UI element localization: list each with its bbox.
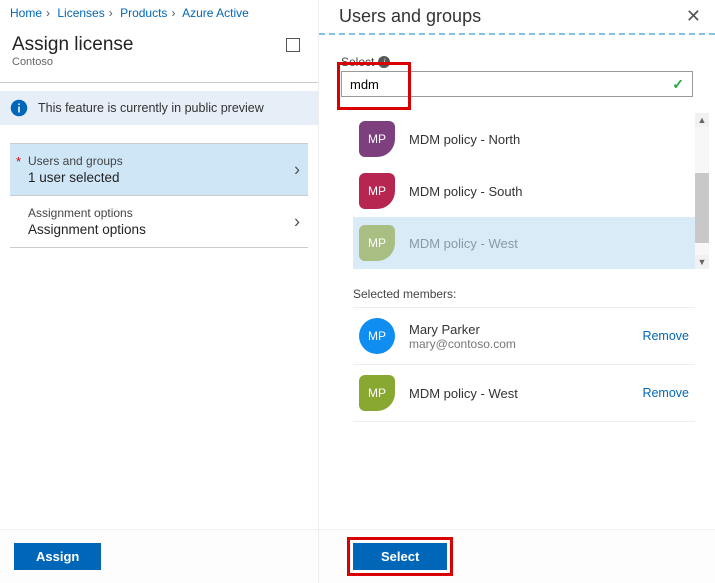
panel-title: Users and groups (339, 6, 481, 27)
right-footer: Select (319, 529, 715, 583)
menu-item-label: Assignment options (28, 206, 278, 220)
pin-checkbox[interactable] (286, 38, 300, 52)
member-sub: mary@contoso.com (409, 337, 628, 351)
search-input[interactable] (350, 77, 672, 92)
result-name: MDM policy - South (409, 184, 522, 199)
search-results: MP MDM policy - North MP MDM policy - So… (353, 113, 695, 269)
scroll-down-icon[interactable]: ▼ (695, 255, 709, 269)
result-name: MDM policy - North (409, 132, 520, 147)
checkmark-icon: ✓ (672, 76, 684, 93)
result-name: MDM policy - West (409, 236, 518, 251)
scroll-thumb[interactable] (695, 173, 709, 243)
menu-item-value: Assignment options (28, 222, 278, 237)
member-name: MDM policy - West (409, 386, 628, 401)
chevron-right-icon: › (167, 6, 179, 20)
remove-link[interactable]: Remove (642, 386, 689, 400)
result-row[interactable]: MP MDM policy - West (353, 217, 695, 269)
users-and-groups-panel: Users and groups ✕ Select i ✓ MP MDM pol… (318, 0, 715, 583)
crumb-products[interactable]: Products (120, 6, 167, 20)
menu-item-label: Users and groups (28, 154, 278, 168)
member-row: MP Mary Parker mary@contoso.com Remove (353, 308, 695, 365)
divider (319, 33, 715, 35)
avatar: MP (359, 121, 395, 157)
crumb-azure-active[interactable]: Azure Active (182, 6, 249, 20)
selected-members-label: Selected members: (353, 287, 693, 301)
chevron-right-icon: › (105, 6, 117, 20)
menu-users-and-groups[interactable]: * Users and groups 1 user selected › (10, 143, 308, 196)
chevron-right-icon: › (294, 211, 300, 232)
crumb-home[interactable]: Home (10, 6, 42, 20)
member-name: Mary Parker (409, 322, 628, 337)
avatar: MP (359, 375, 395, 411)
search-input-wrapper[interactable]: ✓ (341, 71, 693, 97)
assign-license-blade: Assign license Contoso This feature is c… (0, 26, 318, 583)
chevron-right-icon: › (294, 159, 300, 180)
crumb-licenses[interactable]: Licenses (57, 6, 104, 20)
result-row[interactable]: MP MDM policy - South (353, 165, 695, 217)
blade-title: Assign license (12, 34, 133, 56)
menu-item-value: 1 user selected (28, 170, 278, 185)
result-row[interactable]: MP MDM policy - North (353, 113, 695, 165)
info-icon[interactable]: i (378, 56, 390, 68)
tenant-name: Contoso (0, 56, 318, 76)
remove-link[interactable]: Remove (642, 329, 689, 343)
selected-members-list: MP Mary Parker mary@contoso.com Remove M… (353, 307, 695, 422)
banner-text: This feature is currently in public prev… (38, 101, 264, 115)
preview-banner: This feature is currently in public prev… (0, 91, 318, 125)
scrollbar[interactable]: ▲ ▼ (695, 113, 709, 269)
avatar: MP (359, 318, 395, 354)
member-row: MP MDM policy - West Remove (353, 365, 695, 422)
select-button[interactable]: Select (353, 543, 447, 570)
info-icon (10, 99, 28, 117)
highlight-annotation: Select (347, 537, 453, 576)
assign-button[interactable]: Assign (14, 543, 101, 570)
select-label: Select (341, 55, 374, 69)
close-icon[interactable]: ✕ (686, 6, 701, 27)
left-footer: Assign (0, 529, 318, 583)
required-star-icon: * (16, 154, 21, 169)
avatar: MP (359, 173, 395, 209)
menu-assignment-options[interactable]: Assignment options Assignment options › (10, 196, 308, 248)
avatar: MP (359, 225, 395, 261)
scroll-up-icon[interactable]: ▲ (695, 113, 709, 127)
chevron-right-icon: › (42, 6, 54, 20)
